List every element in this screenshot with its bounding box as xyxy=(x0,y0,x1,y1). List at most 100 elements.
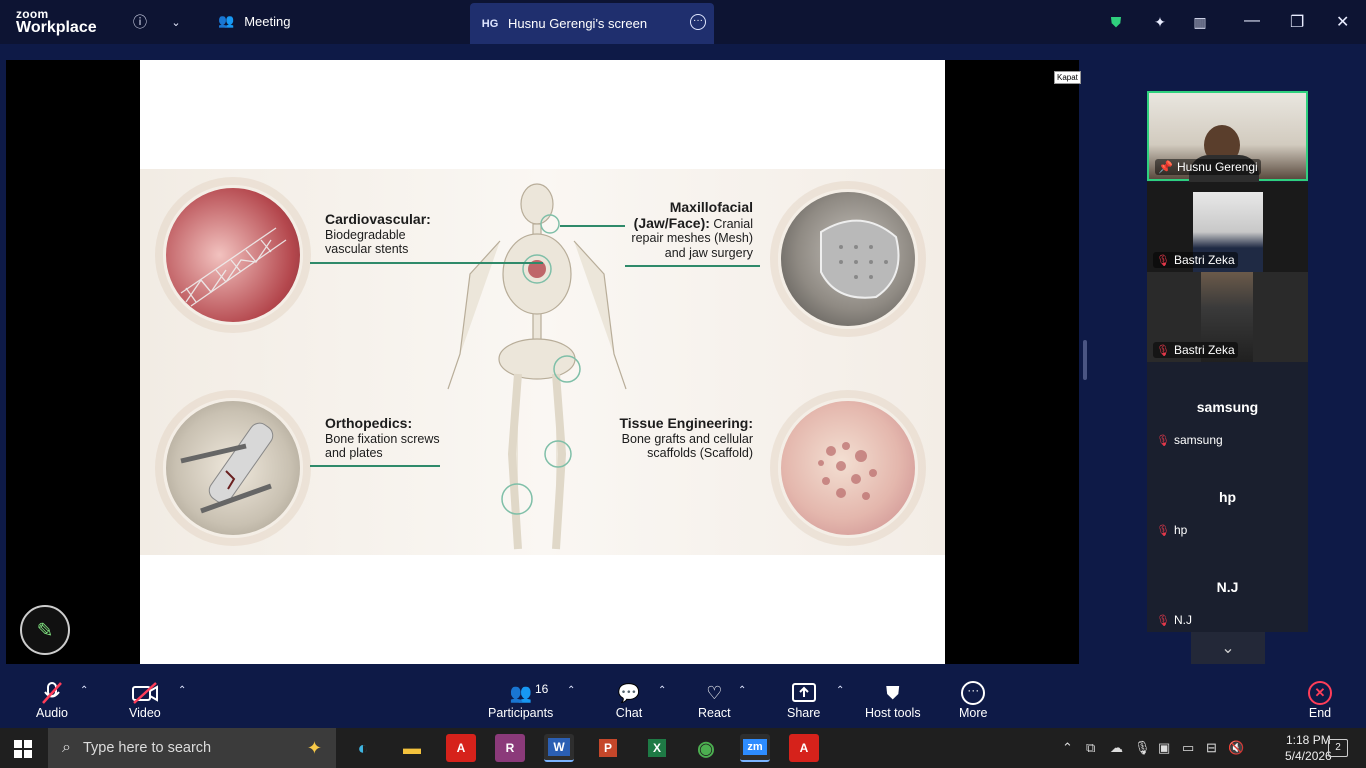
chevron-up-icon[interactable]: ⌃ xyxy=(1062,740,1073,756)
network-icon[interactable]: ⊟ xyxy=(1206,740,1217,756)
shield-icon: ⛊ xyxy=(886,682,900,703)
chat-caret-icon[interactable]: ⌃ xyxy=(658,685,666,696)
mic-muted-icon xyxy=(38,680,66,706)
maxillofacial-label: Maxillofacial (Jaw/Face): Cranial repair… xyxy=(631,199,753,260)
title-bar: zoom Workplace ⓘ ⌄ 👥 Meeting HG Husnu Ge… xyxy=(0,0,1366,44)
meet-now-icon[interactable]: ⧉ xyxy=(1086,740,1095,756)
share-badge: HG xyxy=(481,17,499,30)
chat-button[interactable]: 💬 Chat xyxy=(615,680,643,721)
acrobat-icon[interactable]: A xyxy=(789,734,819,762)
people-icon: 👥 xyxy=(218,13,235,28)
security-shield-icon[interactable]: ⛊ xyxy=(1106,12,1126,32)
annotate-pen-icon[interactable]: ✎ xyxy=(20,605,70,655)
word-icon[interactable]: W xyxy=(544,734,574,762)
ai-sparkle-icon[interactable]: ✦ xyxy=(1150,12,1170,32)
end-call-icon: ✕ xyxy=(1308,681,1332,705)
connector-line xyxy=(310,465,440,467)
panel-resize-handle[interactable] xyxy=(1083,340,1087,380)
participant-name: 🎙 hp xyxy=(1156,523,1188,537)
video-tile[interactable]: samsung 🎙 samsung xyxy=(1147,362,1308,452)
scaffold-image xyxy=(778,398,918,538)
gallery-scroll-down-icon[interactable]: ⌄ xyxy=(1191,632,1265,664)
cardiovascular-label: Cardiovascular: Biodegradable vascular st… xyxy=(325,211,431,256)
file-explorer-icon[interactable]: ▬ xyxy=(397,734,427,762)
meeting-menu[interactable]: 👥 Meeting xyxy=(218,13,290,29)
stent-image xyxy=(163,185,303,325)
excel-icon[interactable]: X xyxy=(642,734,672,762)
pin-icon: 📌 xyxy=(1158,160,1173,174)
volume-muted-icon[interactable]: 🔇 xyxy=(1228,740,1244,756)
kapat-button[interactable]: Kapat xyxy=(1054,71,1081,84)
audio-options-caret-icon[interactable]: ⌃ xyxy=(80,685,88,696)
windows-taskbar: ⌕ Type here to search ✦ ◐ ▬ A R W P X ◉ … xyxy=(0,728,1366,768)
shared-screen-tab[interactable]: HG Husnu Gerengi's screen ··· xyxy=(470,3,714,44)
chevron-down-icon[interactable]: ⌄ xyxy=(166,12,186,32)
camera-tray-icon[interactable]: ▣ xyxy=(1158,740,1170,756)
windows-start-icon[interactable] xyxy=(14,740,32,758)
acrobat-icon[interactable]: A xyxy=(446,734,476,762)
search-icon: ⌕ xyxy=(62,739,71,756)
share-title: Husnu Gerengi's screen xyxy=(508,16,648,31)
participant-gallery: 📌 Husnu Gerengi 🎙 Bastri Zeka 🎙 Bastri Zeka… xyxy=(1147,91,1308,632)
share-caret-icon[interactable]: ⌃ xyxy=(836,685,844,696)
mic-muted-icon: 🎙 xyxy=(1156,524,1170,537)
zoom-logo: zoom Workplace xyxy=(16,7,97,36)
notification-icon[interactable]: 2 xyxy=(1328,739,1348,757)
more-icon: ··· xyxy=(959,680,987,706)
powerpoint-icon[interactable]: P xyxy=(593,734,623,762)
microphone-icon[interactable]: 🎙 xyxy=(1134,740,1151,756)
video-tile[interactable]: 🎙 Bastri Zeka xyxy=(1147,182,1308,272)
share-button[interactable]: Share xyxy=(787,680,820,720)
react-caret-icon[interactable]: ⌃ xyxy=(738,685,746,696)
cranial-mesh-image xyxy=(778,189,918,329)
participant-name: 🎙 samsung xyxy=(1156,433,1223,447)
mic-muted-icon: 🎙 xyxy=(1156,614,1170,627)
view-layout-icon[interactable]: ▥ xyxy=(1190,12,1210,32)
participants-caret-icon[interactable]: ⌃ xyxy=(567,685,575,696)
minimize-icon[interactable]: — xyxy=(1244,12,1260,30)
video-options-caret-icon[interactable]: ⌃ xyxy=(178,685,186,696)
video-tile[interactable]: N.J 🎙 N.J xyxy=(1147,542,1308,632)
connector-line xyxy=(310,262,543,264)
mic-muted-icon: 🎙 xyxy=(1156,254,1170,267)
connector-line xyxy=(625,265,760,267)
participant-name: 🎙 N.J xyxy=(1156,613,1192,627)
end-button[interactable]: ✕ End xyxy=(1306,680,1334,720)
tissue-engineering-label: Tissue Engineering: Bone grafts and cellu… xyxy=(619,415,753,460)
close-icon[interactable]: ✕ xyxy=(1336,12,1349,32)
share-screen-icon xyxy=(790,680,818,706)
info-icon[interactable]: ⓘ xyxy=(130,12,150,32)
chrome-icon[interactable]: ◉ xyxy=(691,734,721,762)
participant-name: 🎙 Bastri Zeka xyxy=(1153,342,1238,358)
chat-icon: 💬 xyxy=(617,682,641,703)
winrar-icon[interactable]: R xyxy=(495,734,525,762)
video-tile[interactable]: hp 🎙 hp xyxy=(1147,452,1308,542)
cloud-icon[interactable]: ☁ xyxy=(1110,740,1123,756)
participant-name: 📌 Husnu Gerengi xyxy=(1155,159,1261,175)
mic-muted-icon: 🎙 xyxy=(1156,434,1170,447)
video-tile[interactable]: 🎙 Bastri Zeka xyxy=(1147,272,1308,362)
heart-icon: ♡ xyxy=(706,682,723,703)
participant-count: 16 xyxy=(535,682,549,696)
mic-muted-icon: 🎙 xyxy=(1156,344,1170,357)
zoom-icon[interactable]: zm xyxy=(740,734,770,762)
edge-icon[interactable]: ◐ xyxy=(348,734,378,762)
more-button[interactable]: ··· More xyxy=(959,680,987,720)
presentation-slide: Cardiovascular: Biodegradable vascular st… xyxy=(140,60,945,664)
battery-icon[interactable]: ▭ xyxy=(1182,740,1194,756)
more-options-icon[interactable]: ··· xyxy=(690,14,706,30)
react-button[interactable]: ♡ React xyxy=(698,680,731,721)
video-tile[interactable]: 📌 Husnu Gerengi xyxy=(1147,91,1308,183)
taskbar-search[interactable]: ⌕ Type here to search ✦ xyxy=(48,728,336,768)
meeting-toolbar: Audio ⌃ Video ⌃ 👥 Participants 16 ⌃ 💬 Ch… xyxy=(0,672,1366,728)
restore-icon[interactable]: ❐ xyxy=(1290,12,1304,32)
participant-name: 🎙 Bastri Zeka xyxy=(1153,252,1238,268)
slide-illustration: Cardiovascular: Biodegradable vascular st… xyxy=(140,169,945,555)
sparkle-icon: ✦ xyxy=(306,737,322,758)
system-clock[interactable]: 1:18 PM 5/4/2026 xyxy=(1285,732,1332,764)
audio-button[interactable]: Audio xyxy=(36,680,68,720)
bone-plate-image xyxy=(163,398,303,538)
video-button[interactable]: Video xyxy=(129,680,161,720)
orthopedics-label: Orthopedics: Bone fixation screws and pla… xyxy=(325,415,440,460)
host-tools-button[interactable]: ⛊ Host tools xyxy=(865,680,921,721)
